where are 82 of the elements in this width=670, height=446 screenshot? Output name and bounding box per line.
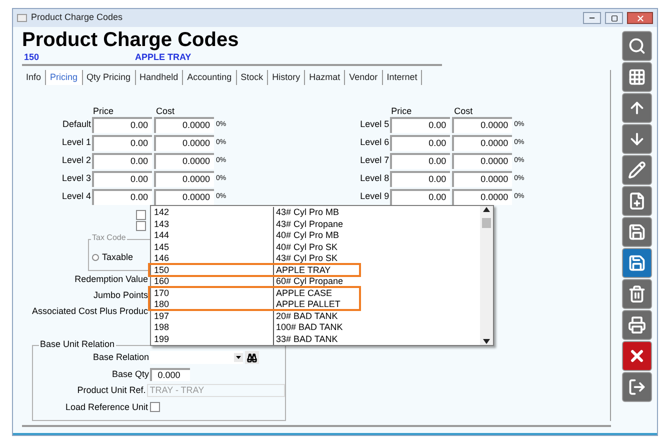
list-cell[interactable]: 180 (154, 300, 170, 310)
list-cell[interactable]: 100# BAD TANK (276, 323, 343, 332)
list-cell[interactable]: 20# BAD TANK (276, 312, 338, 321)
input-field[interactable]: 0.0000 (452, 117, 512, 133)
input-field[interactable]: 0.00 (92, 135, 152, 151)
input-field[interactable]: 0.00 (92, 171, 152, 187)
field-label: Level 2 (60, 154, 92, 168)
list-cell[interactable]: 60# Cyl Propane (276, 277, 344, 286)
field-label: Product Unit Ref. (76, 384, 147, 397)
input-field[interactable]: 0.0000 (154, 171, 214, 187)
list-cell[interactable]: APPLE PALLET (276, 300, 340, 310)
column-header: Price (390, 107, 413, 116)
tab[interactable]: History (268, 70, 306, 85)
field-label: Level 4 (60, 190, 92, 204)
input-field[interactable]: 0.0000 (452, 153, 512, 169)
record-name: APPLE TRAY (135, 51, 192, 64)
list-cell[interactable]: APPLE CASE (276, 288, 332, 298)
page-title: Product Charge Codes (22, 30, 240, 50)
field-label: Load Reference Unit (64, 400, 149, 414)
field-label: Associated Cost Plus Produc (32, 305, 148, 317)
list-cell[interactable]: 33# BAD TANK (276, 334, 338, 344)
field-label: Level 1 (60, 136, 92, 150)
field-label: Level 3 (60, 172, 92, 186)
tab[interactable]: Qty Pricing (82, 70, 136, 85)
radio-option[interactable]: Taxable (92, 250, 134, 264)
list-cell[interactable]: 43# Cyl Propane (276, 220, 344, 229)
input-field[interactable]: 0.00 (390, 153, 450, 169)
tab[interactable]: Vendor (345, 70, 383, 85)
list-cell[interactable]: 143 (154, 220, 170, 229)
field-label: Level 7 (359, 154, 390, 168)
input-field[interactable]: 0.00 (390, 135, 450, 151)
list-cell[interactable]: 144 (154, 231, 170, 240)
tab[interactable]: Accounting (183, 70, 237, 85)
input-field[interactable]: 0.000 (150, 368, 190, 381)
input-field[interactable]: 0.00 (92, 153, 152, 169)
list-cell[interactable]: 150 (154, 266, 170, 275)
input-field[interactable]: 0.0000 (154, 189, 214, 205)
group-title: Base Unit Relation (39, 340, 116, 349)
list-cell[interactable]: 40# Cyl Pro SK (276, 242, 338, 252)
field-label: Default (61, 118, 92, 132)
input-field[interactable]: 0.0000 (452, 189, 512, 205)
list-cell[interactable]: 199 (154, 334, 170, 344)
input-field[interactable]: 0.00 (92, 189, 152, 205)
tab[interactable]: Hazmat (305, 70, 346, 85)
list-cell[interactable]: 40# Cyl Pro MB (276, 231, 340, 240)
field-label: Level 5 (359, 118, 390, 132)
field-label: Level 9 (359, 190, 390, 204)
list-cell[interactable]: 160 (154, 277, 170, 286)
input-field[interactable]: 0.0000 (154, 117, 214, 133)
list-cell[interactable]: 197 (154, 312, 170, 321)
input-field[interactable]: 0.00 (92, 117, 152, 133)
list-cell[interactable]: 146 (154, 254, 170, 264)
input-field[interactable]: 0.0000 (154, 135, 214, 151)
tab[interactable]: Internet (382, 70, 422, 85)
input-field[interactable]: 0.00 (390, 117, 450, 133)
tab[interactable]: Handheld (136, 70, 184, 85)
tab[interactable]: Stock (236, 70, 268, 85)
field-label: Redemption Value (74, 273, 148, 285)
window-title: Product Charge Codes (31, 11, 124, 24)
field-label: Level 6 (359, 136, 390, 150)
list-cell[interactable]: 43# Cyl Pro MB (276, 208, 340, 218)
column-header: Cost (453, 107, 474, 116)
input-field[interactable]: 0.0000 (154, 153, 214, 169)
list-cell[interactable]: 170 (154, 288, 170, 298)
column-header: Cost (155, 107, 176, 116)
list-cell[interactable]: APPLE TRAY (276, 266, 331, 275)
input-field[interactable]: 0.0000 (452, 171, 512, 187)
list-cell[interactable]: 198 (154, 323, 170, 332)
field-label: Base Qty (110, 368, 150, 381)
input-field[interactable]: 0.00 (390, 171, 450, 187)
field-label: Jumbo Points (93, 289, 148, 301)
list-cell[interactable]: 142 (154, 208, 170, 218)
field-label: Base Relation (92, 351, 150, 364)
input-field[interactable]: 0.00 (390, 189, 450, 205)
column-header: Price (92, 107, 115, 116)
list-cell[interactable]: 145 (154, 242, 170, 252)
tab[interactable]: Pricing (46, 70, 83, 85)
input-field[interactable]: 0.0000 (452, 135, 512, 151)
field-label: Level 8 (359, 172, 390, 186)
group-title: Tax Code (91, 234, 127, 242)
record-code: 150 (23, 51, 40, 64)
list-cell[interactable]: 43# Cyl Pro SK (276, 254, 338, 264)
